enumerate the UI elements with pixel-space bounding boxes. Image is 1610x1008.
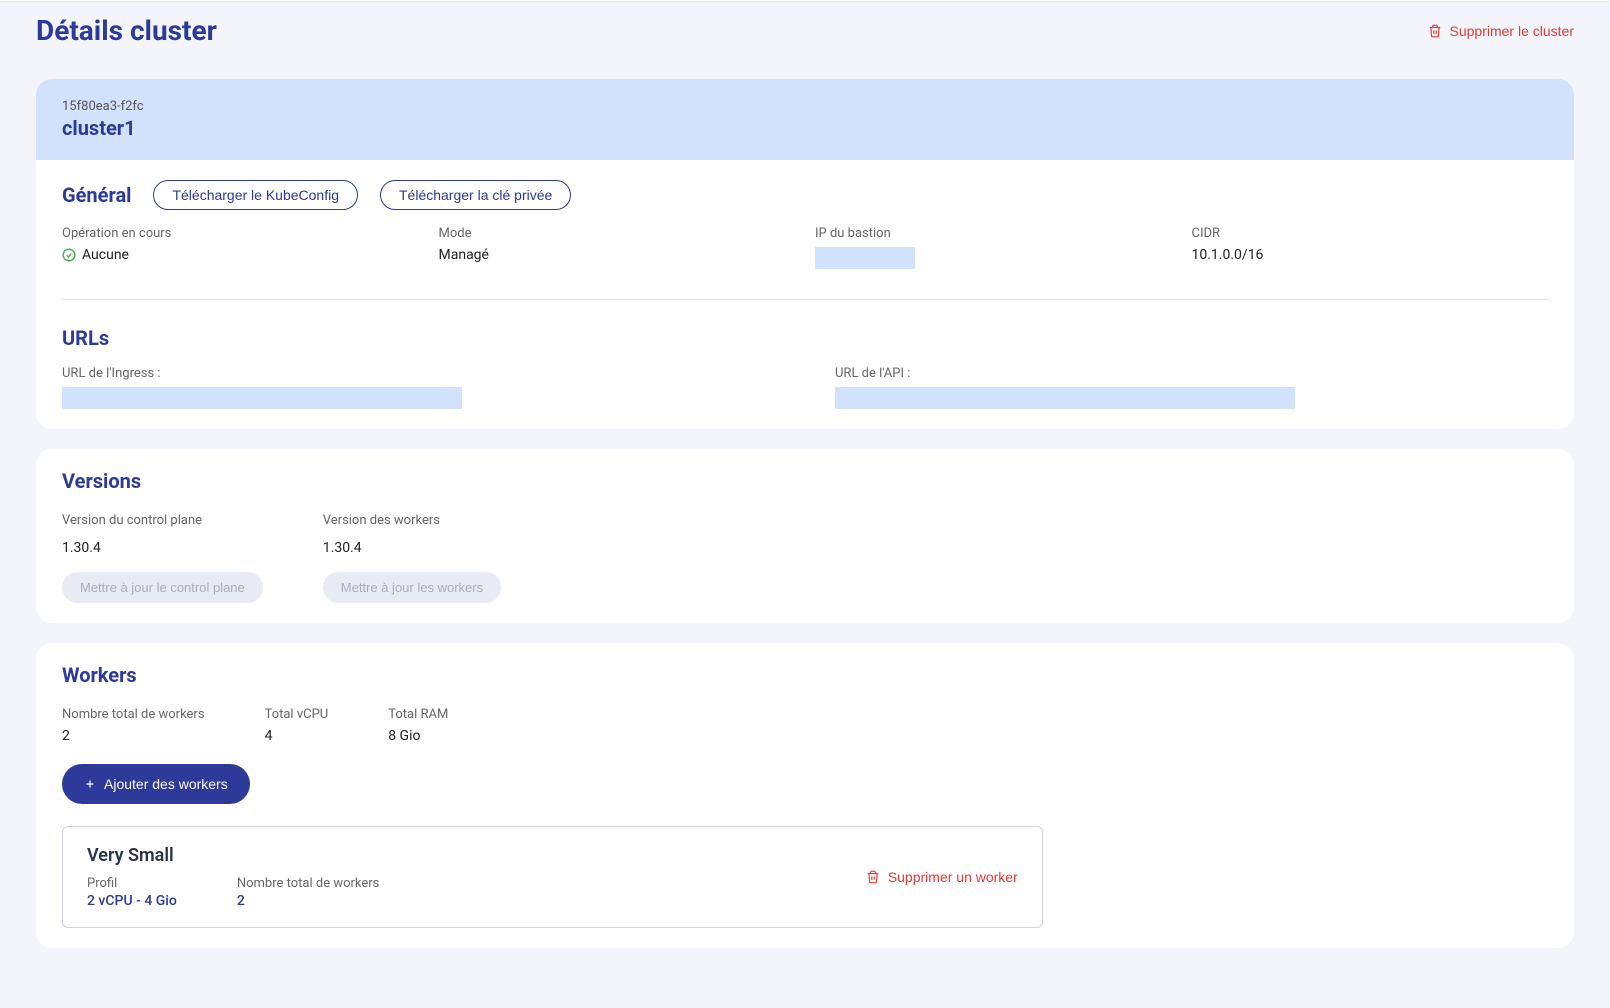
worker-profile-label: Profil <box>87 876 177 891</box>
delete-worker-label: Supprimer un worker <box>888 869 1018 885</box>
total-ram-label: Total RAM <box>388 707 448 722</box>
trash-icon <box>866 870 880 884</box>
worker-profile-value: 2 vCPU - 4 Gio <box>87 893 177 909</box>
cidr-value: 10.1.0.0/16 <box>1192 247 1549 263</box>
workers-version-value: 1.30.4 <box>323 540 501 556</box>
api-url-redacted <box>835 387 1295 409</box>
ingress-url-label: URL de l'Ingress : <box>62 366 775 381</box>
worker-type-name: Very Small <box>87 845 379 866</box>
page-title: Détails cluster <box>36 14 217 47</box>
worker-type-card: Very Small Profil 2 vCPU - 4 Gio Nombre … <box>62 826 1043 928</box>
bastion-ip-redacted <box>815 247 915 269</box>
operation-value: Aucune <box>82 247 129 263</box>
ingress-url-redacted <box>62 387 462 409</box>
control-plane-version-value: 1.30.4 <box>62 540 263 556</box>
delete-worker-button[interactable]: Supprimer un worker <box>866 869 1018 885</box>
cluster-name: cluster1 <box>62 116 1548 140</box>
plus-icon <box>84 778 96 790</box>
cluster-header: 15f80ea3-f2fc cluster1 <box>36 79 1574 160</box>
mode-label: Mode <box>439 226 796 241</box>
total-ram-value: 8 Gio <box>388 728 448 744</box>
bastion-ip-label: IP du bastion <box>815 226 1172 241</box>
api-url-label: URL de l'API : <box>835 366 1548 381</box>
total-vcpu-label: Total vCPU <box>265 707 329 722</box>
download-private-key-button[interactable]: Télécharger la clé privée <box>380 180 571 210</box>
workers-card: Workers Nombre total de workers 2 Total … <box>36 643 1574 948</box>
mode-value: Managé <box>439 247 796 263</box>
versions-card: Versions Version du control plane 1.30.4… <box>36 449 1574 623</box>
worker-count-label: Nombre total de workers <box>237 876 380 891</box>
general-section: Général Télécharger le KubeConfig Téléch… <box>36 160 1574 293</box>
delete-cluster-label: Supprimer le cluster <box>1450 23 1575 39</box>
add-workers-label: Ajouter des workers <box>104 776 228 792</box>
worker-count-value: 2 <box>237 893 380 909</box>
workers-title: Workers <box>62 663 1548 687</box>
general-title: Général <box>62 183 131 207</box>
total-workers-value: 2 <box>62 728 205 744</box>
trash-icon <box>1428 24 1442 38</box>
cluster-detail-card: 15f80ea3-f2fc cluster1 Général Télécharg… <box>36 79 1574 429</box>
workers-version-label: Version des workers <box>323 513 501 528</box>
versions-title: Versions <box>62 469 1548 493</box>
download-kubeconfig-button[interactable]: Télécharger le KubeConfig <box>153 180 358 210</box>
delete-cluster-button[interactable]: Supprimer le cluster <box>1428 23 1575 39</box>
check-circle-icon <box>62 248 76 262</box>
operation-label: Opération en cours <box>62 226 419 241</box>
add-workers-button[interactable]: Ajouter des workers <box>62 764 250 804</box>
update-control-plane-button: Mettre à jour le control plane <box>62 572 263 603</box>
total-workers-label: Nombre total de workers <box>62 707 205 722</box>
cidr-label: CIDR <box>1192 226 1549 241</box>
total-vcpu-value: 4 <box>265 728 329 744</box>
update-workers-button: Mettre à jour les workers <box>323 572 501 603</box>
urls-title: URLs <box>62 326 1548 350</box>
control-plane-version-label: Version du control plane <box>62 513 263 528</box>
urls-section: URLs URL de l'Ingress : URL de l'API : <box>36 306 1574 429</box>
cluster-id: 15f80ea3-f2fc <box>62 99 1548 114</box>
